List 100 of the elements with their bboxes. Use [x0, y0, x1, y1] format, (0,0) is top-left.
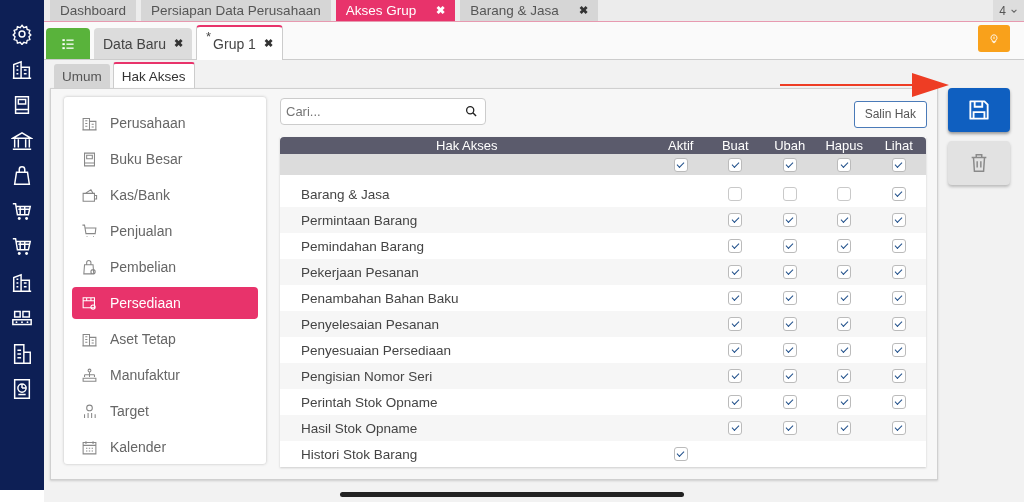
settings-icon[interactable]: [11, 23, 33, 45]
tax-document-icon[interactable]: [11, 342, 33, 365]
checkbox[interactable]: [782, 369, 797, 383]
checkbox[interactable]: [728, 369, 743, 383]
module-item[interactable]: Kas/Bank: [72, 179, 258, 211]
table-cell: Permintaan Barang: [301, 212, 418, 228]
checkbox[interactable]: [728, 157, 743, 172]
checkbox[interactable]: [728, 421, 743, 435]
save-icon: [966, 97, 992, 123]
tab[interactable]: Dashboard: [50, 0, 137, 21]
bank-icon[interactable]: [11, 129, 33, 152]
checkbox[interactable]: [728, 265, 743, 279]
checkbox[interactable]: [837, 239, 852, 253]
checkbox[interactable]: [782, 265, 797, 279]
search-field[interactable]: Cari...: [280, 97, 486, 125]
checkbox[interactable]: [728, 187, 743, 201]
table-cell: Penyelesaian Pesanan: [301, 316, 440, 332]
checkbox[interactable]: [782, 157, 797, 172]
checkbox[interactable]: [782, 317, 797, 331]
building-icon[interactable]: [11, 271, 33, 294]
checkbox[interactable]: [837, 343, 852, 357]
tab[interactable]: Akses Grup ✖: [335, 0, 456, 21]
checkbox[interactable]: [891, 157, 906, 172]
checkbox[interactable]: [837, 187, 852, 201]
checkbox[interactable]: [891, 213, 906, 227]
tab[interactable]: Hak Akses: [112, 62, 195, 88]
checkbox[interactable]: [891, 265, 906, 279]
column-header: Lihat: [883, 137, 914, 155]
cart-icon[interactable]: [11, 236, 33, 258]
tab[interactable]: Umum: [54, 64, 110, 88]
table-cell: Pemindahan Barang: [301, 238, 425, 254]
checkbox[interactable]: [891, 291, 906, 305]
table-cell: Hasil Stok Opname: [301, 420, 418, 436]
checkbox[interactable]: [728, 395, 743, 409]
module-item[interactable]: Persediaan: [72, 287, 258, 319]
table-cell: Penyesuaian Persediaan: [301, 342, 452, 358]
book-icon: [81, 150, 98, 168]
column-header: Hak Akses: [435, 137, 499, 155]
chart-icon[interactable]: [11, 378, 33, 400]
checkbox[interactable]: [728, 239, 743, 253]
checkbox[interactable]: [837, 213, 852, 227]
tab[interactable]: Persiapan Data Perusahaan: [141, 0, 331, 21]
table-cell: Penambahan Bahan Baku: [301, 290, 459, 306]
checkbox[interactable]: [837, 369, 852, 383]
module-item[interactable]: Aset Tetap: [72, 323, 258, 355]
checkbox[interactable]: [891, 421, 906, 435]
checkbox[interactable]: [891, 395, 906, 409]
checkbox[interactable]: [837, 421, 852, 435]
tab-count-dropdown[interactable]: 4: [993, 0, 1024, 21]
module-item[interactable]: Penjualan: [72, 215, 258, 247]
checkbox[interactable]: [782, 343, 797, 357]
module-item[interactable]: Manufaktur: [72, 359, 258, 391]
checkbox[interactable]: [891, 317, 906, 331]
column-header: Ubah: [773, 137, 807, 155]
checkbox[interactable]: [891, 343, 906, 357]
checkbox[interactable]: [782, 239, 797, 253]
checkbox[interactable]: [891, 369, 906, 383]
checkbox[interactable]: [728, 317, 743, 331]
module-item[interactable]: Kalender: [72, 431, 258, 463]
table-cell: Perintah Stok Opname: [301, 394, 438, 410]
checkbox[interactable]: [837, 291, 852, 305]
checkbox[interactable]: [891, 239, 906, 253]
checkbox[interactable]: [728, 291, 743, 305]
building-icon[interactable]: [11, 58, 33, 81]
column-header: Hapus: [824, 137, 865, 155]
checkbox[interactable]: [673, 447, 688, 461]
column-header: Aktif: [667, 137, 695, 155]
table-cell: Pekerjaan Pesanan: [301, 264, 419, 280]
table-cell: Pengisian Nomor Seri: [301, 368, 433, 384]
checkbox[interactable]: [782, 421, 797, 435]
table-cell: Barang & Jasa: [301, 186, 390, 202]
cart-icon[interactable]: [11, 200, 33, 223]
module-item[interactable]: Pembelian: [72, 251, 258, 283]
checkbox[interactable]: [782, 213, 797, 227]
checkbox[interactable]: [837, 317, 852, 331]
bag-icon: [81, 258, 98, 276]
module-item[interactable]: Buku Besar: [72, 143, 258, 175]
cart-icon: [81, 222, 98, 240]
checkbox[interactable]: [837, 265, 852, 279]
tab[interactable]: Barang & Jasa ✖: [460, 0, 598, 21]
document-tab[interactable]: Data Baru ✖: [94, 28, 193, 59]
checkbox[interactable]: [728, 213, 743, 227]
checkbox[interactable]: [728, 343, 743, 357]
checkbox[interactable]: [891, 187, 906, 201]
calendar-icon: [81, 438, 98, 456]
checkbox[interactable]: [782, 395, 797, 409]
table-cell: Histori Stok Barang: [301, 446, 418, 462]
module-item[interactable]: Perusahaan: [72, 107, 258, 139]
column-header: Buat: [720, 137, 750, 155]
checkbox[interactable]: [782, 291, 797, 305]
checkbox[interactable]: [673, 157, 688, 172]
wallet-icon: [81, 186, 98, 204]
copy-rights-button[interactable]: Salin Hak: [853, 100, 927, 128]
bag-icon[interactable]: [11, 165, 33, 187]
search-icon: [465, 104, 478, 118]
save-button[interactable]: [948, 88, 1010, 132]
checkbox[interactable]: [782, 187, 797, 201]
module-item[interactable]: Target: [72, 395, 258, 427]
checkbox[interactable]: [837, 157, 852, 172]
checkbox[interactable]: [837, 395, 852, 409]
